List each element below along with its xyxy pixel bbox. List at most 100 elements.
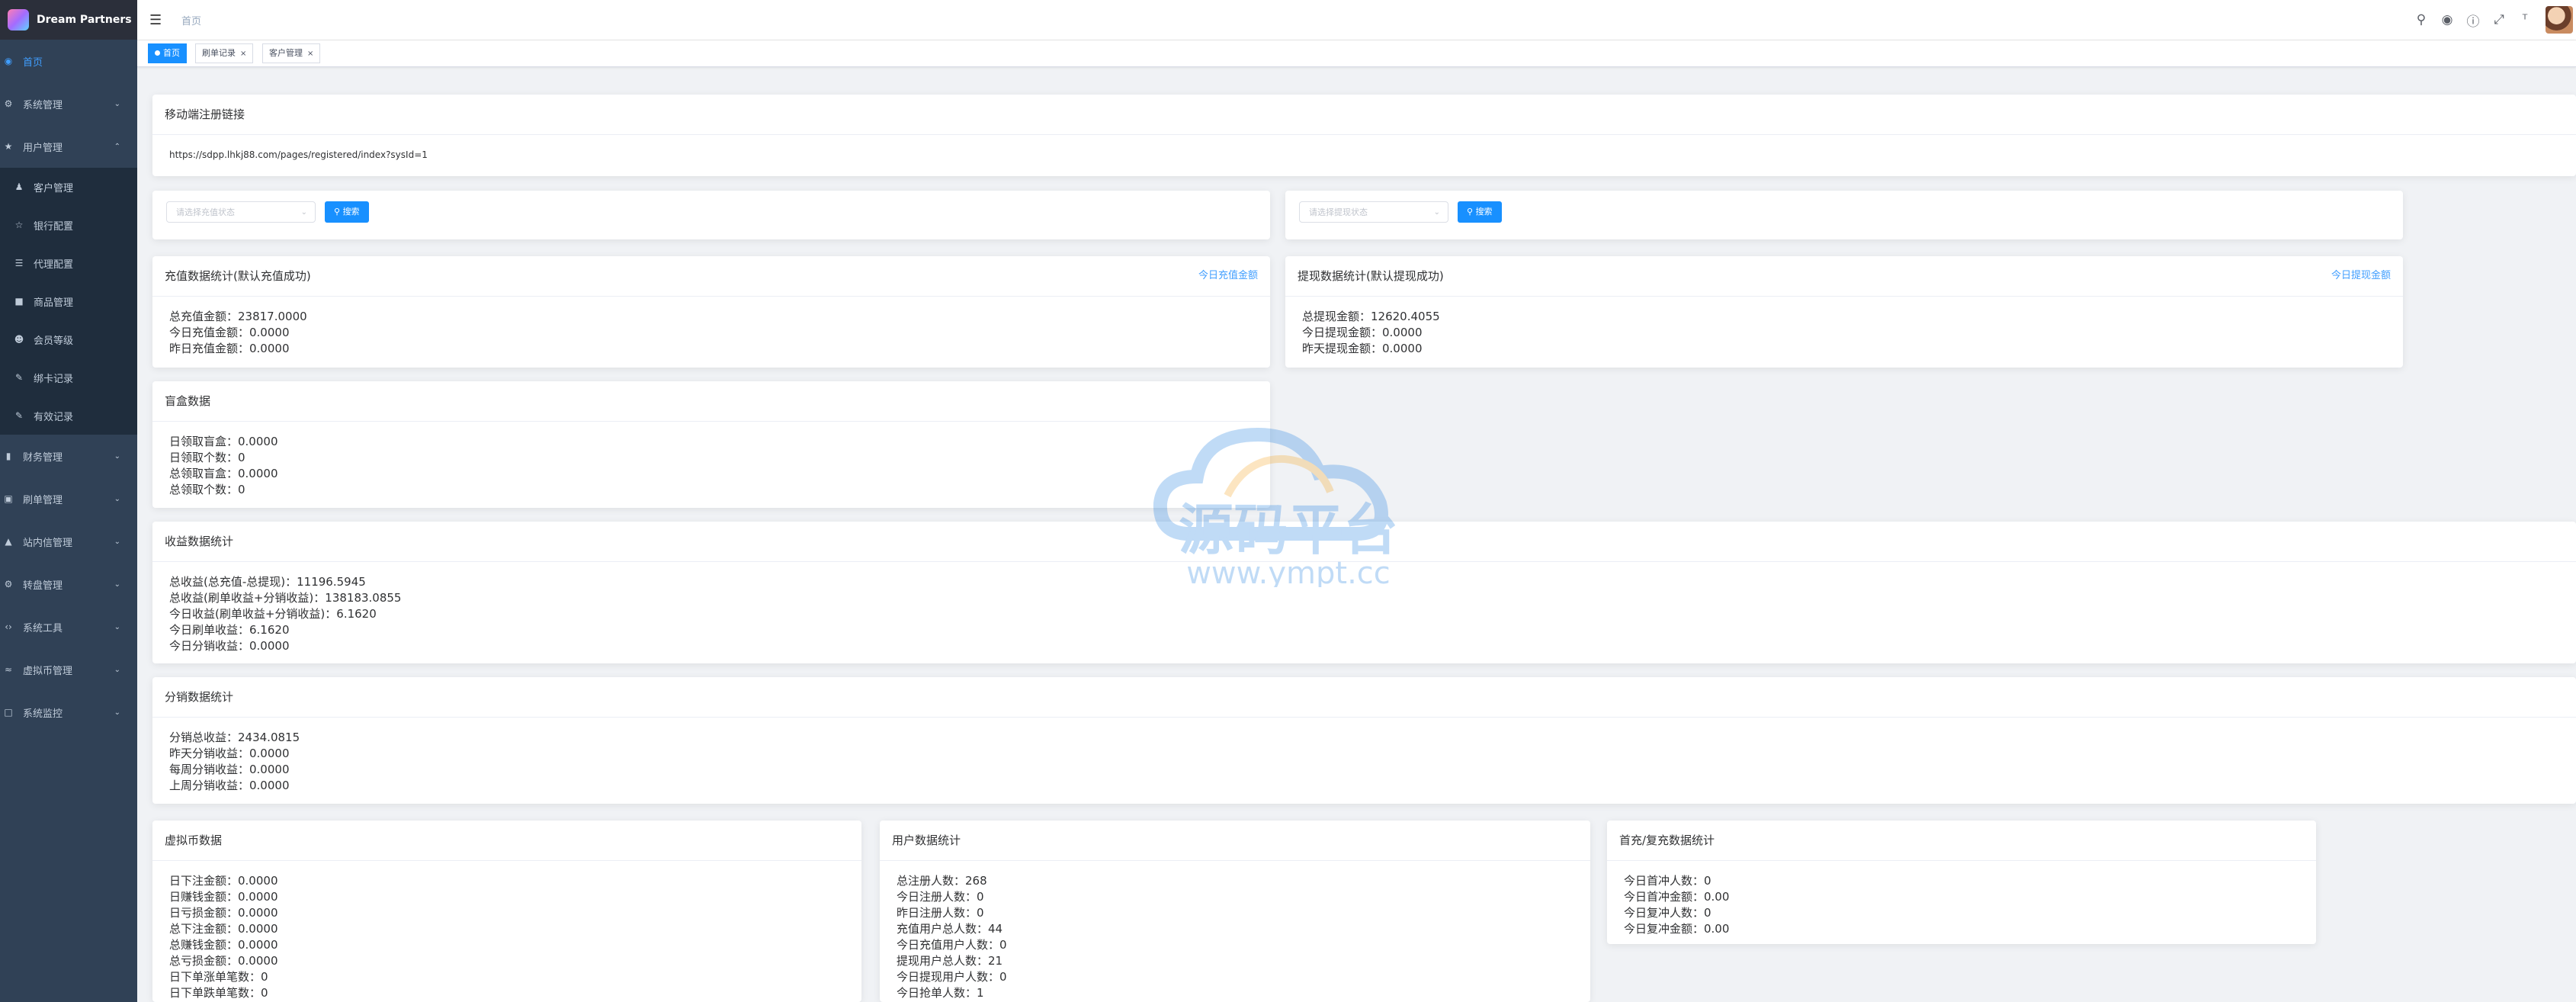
- chevron-down-icon: ⌄: [114, 537, 120, 546]
- sidebar-item-monitor[interactable]: □ 系统监控 ⌄: [0, 691, 137, 734]
- chevron-down-icon: ⌄: [114, 99, 120, 108]
- fullscreen-icon[interactable]: ⤢: [2486, 12, 2512, 27]
- card-title: 分销数据统计: [152, 677, 2576, 718]
- recharge-status-select[interactable]: 请选择充值状态 ⌄: [166, 201, 316, 223]
- sidebar-item-label: 客户管理: [34, 182, 74, 194]
- stat-line: 总赚钱金额：0.0000: [169, 938, 278, 952]
- card-title: 收益数据统计: [152, 522, 2576, 562]
- sidebar-item-label: 财务管理: [23, 451, 63, 464]
- stat-line: 总领取个数：0: [169, 483, 245, 496]
- sidebar-item-home[interactable]: ◉ 首页: [0, 40, 137, 82]
- stat-line: 日领取个数：0: [169, 451, 245, 464]
- sidebar-item-member-levels[interactable]: ☻ 会员等级: [0, 320, 137, 358]
- hamburger-icon[interactable]: ☰: [149, 12, 162, 28]
- monitor-icon: □: [4, 707, 13, 718]
- sidebar-item-label: 系统工具: [23, 622, 63, 634]
- stat-line: 今日刷单收益：6.1620: [169, 623, 290, 637]
- edit-icon: ✎: [14, 372, 24, 383]
- register-url[interactable]: https://sdpp.lhkj88.com/pages/registered…: [152, 135, 2576, 175]
- sidebar-menu: ◉ 首页 ⚙ 系统管理 ⌄ ★ 用户管理 ⌃ ♟ 客户管理 ☆ 银行配置 ☰ 代…: [0, 40, 137, 734]
- income-stats-card: 收益数据统计 总收益(总充值-总提现)：11196.5945 总收益(刷单收益+…: [152, 522, 2576, 663]
- logo-icon: [8, 9, 29, 31]
- sidebar-item-finance[interactable]: ▮ 财务管理 ⌄: [0, 435, 137, 477]
- chevron-down-icon: ⌄: [114, 708, 120, 717]
- stat-line: 今日充值用户人数：0: [897, 938, 1007, 952]
- stat-line: 日下注金额：0.0000: [169, 874, 278, 888]
- sidebar-item-crypto[interactable]: ≈ 虚拟币管理 ⌄: [0, 648, 137, 691]
- stat-line: 充值用户总人数：44: [897, 922, 1003, 936]
- dashboard-icon: ◉: [4, 56, 13, 66]
- button-label: 搜索: [1475, 207, 1493, 217]
- search-icon[interactable]: ⚲: [2408, 12, 2434, 27]
- sidebar-item-label: 银行配置: [34, 220, 74, 233]
- chevron-up-icon: ⌃: [114, 142, 120, 151]
- sidebar-item-customers[interactable]: ♟ 客户管理: [0, 168, 137, 206]
- sidebar-item-label: 会员等级: [34, 335, 74, 347]
- search-icon: ⚲: [334, 207, 341, 217]
- sidebar-item-label: 绑卡记录: [34, 373, 74, 385]
- sidebar-item-turntable[interactable]: ⚙ 转盘管理 ⌄: [0, 563, 137, 605]
- sidebar-item-label: 站内信管理: [23, 537, 73, 549]
- sidebar-item-products[interactable]: ■ 商品管理: [0, 282, 137, 320]
- avatar[interactable]: [2546, 6, 2573, 34]
- sidebar-item-label: 系统监控: [23, 708, 63, 720]
- tag-customers[interactable]: 客户管理 ×: [262, 43, 321, 63]
- sidebar-item-users[interactable]: ★ 用户管理 ⌃: [0, 125, 137, 168]
- sidebar-item-orders[interactable]: ▣ 刷单管理 ⌄: [0, 477, 137, 520]
- github-icon[interactable]: ◉: [2434, 12, 2460, 27]
- star-outline-icon: ☆: [14, 220, 24, 230]
- logo[interactable]: Dream Partners: [0, 0, 137, 40]
- folder-icon: ▲: [5, 536, 12, 547]
- question-icon[interactable]: ⓘ: [2460, 11, 2486, 30]
- star-icon: ★: [4, 141, 13, 152]
- today-withdraw-link[interactable]: 今日提现金额: [2331, 256, 2391, 296]
- group-icon: ☻: [14, 334, 24, 345]
- chevron-down-icon: ⌄: [1433, 208, 1440, 217]
- sidebar-item-label: 首页: [23, 56, 43, 69]
- sidebar-item-valid-records[interactable]: ✎ 有效记录: [0, 397, 137, 435]
- sidebar-item-label: 虚拟币管理: [23, 665, 73, 677]
- sidebar-item-bank-config[interactable]: ☆ 银行配置: [0, 206, 137, 244]
- user-stats-card: 用户数据统计 总注册人数：268 今日注册人数：0 昨日注册人数：0 充值用户总…: [880, 821, 1590, 1002]
- card-title: 充值数据统计(默认充值成功): [165, 269, 311, 283]
- logo-title: Dream Partners: [37, 14, 132, 26]
- sidebar-item-agent-config[interactable]: ☰ 代理配置: [0, 244, 137, 282]
- stat-line: 今日首冲金额：0.00: [1624, 890, 1730, 904]
- stat-line: 每周分销收益：0.0000: [169, 763, 290, 776]
- stat-line: 日赚钱金额：0.0000: [169, 890, 278, 904]
- tag-order-records[interactable]: 刷单记录 ×: [195, 43, 254, 63]
- stat-line: 今日充值金额：0.0000: [169, 326, 290, 339]
- crypto-stats-card: 虚拟币数据 日下注金额：0.0000 日赚钱金额：0.0000 日亏损金额：0.…: [152, 821, 861, 1002]
- stat-line: 今日分销收益：0.0000: [169, 639, 290, 653]
- sidebar-item-system[interactable]: ⚙ 系统管理 ⌄: [0, 82, 137, 125]
- sidebar-item-messages[interactable]: ▲ 站内信管理 ⌄: [0, 520, 137, 563]
- font-size-icon[interactable]: ᵀ: [2512, 12, 2538, 27]
- stat-line: 日亏损金额：0.0000: [169, 906, 278, 920]
- chevron-down-icon: ⌄: [300, 208, 307, 217]
- sidebar-item-label: 代理配置: [34, 259, 74, 271]
- today-recharge-link[interactable]: 今日充值金额: [1198, 256, 1258, 296]
- withdraw-search-button[interactable]: ⚲ 搜索: [1458, 201, 1502, 223]
- stat-line: 今日收益(刷单收益+分销收益)：6.1620: [169, 607, 377, 621]
- header-actions: ⚲ ◉ ⓘ ⤢ ᵀ: [2408, 0, 2576, 40]
- breadcrumb[interactable]: 首页: [181, 13, 201, 27]
- card-title: 盲盒数据: [152, 381, 1270, 422]
- wave-icon: ≈: [4, 664, 13, 675]
- sidebar-submenu-users: ♟ 客户管理 ☆ 银行配置 ☰ 代理配置 ■ 商品管理 ☻ 会员等级 ✎ 绑卡记…: [0, 168, 137, 435]
- withdraw-status-select[interactable]: 请选择提现状态 ⌄: [1299, 201, 1448, 223]
- stat-line: 总领取盲盒：0.0000: [169, 467, 278, 480]
- sidebar-item-tools[interactable]: ‹› 系统工具 ⌄: [0, 605, 137, 648]
- close-icon[interactable]: ×: [240, 50, 246, 58]
- sidebar-item-card-records[interactable]: ✎ 绑卡记录: [0, 358, 137, 397]
- card-title: 虚拟币数据: [152, 821, 861, 861]
- sidebar-item-label: 转盘管理: [23, 580, 63, 592]
- cart-icon: ▣: [4, 493, 13, 504]
- stat-line: 今日复冲金额：0.00: [1624, 922, 1730, 936]
- shirt-icon: ■: [14, 296, 24, 307]
- close-icon[interactable]: ×: [307, 50, 313, 58]
- tag-home[interactable]: 首页: [148, 43, 187, 63]
- chevron-down-icon: ⌄: [114, 622, 120, 631]
- recharge-search-button[interactable]: ⚲ 搜索: [325, 201, 369, 223]
- chevron-down-icon: ⌄: [114, 451, 120, 461]
- tag-label: 客户管理: [269, 48, 303, 58]
